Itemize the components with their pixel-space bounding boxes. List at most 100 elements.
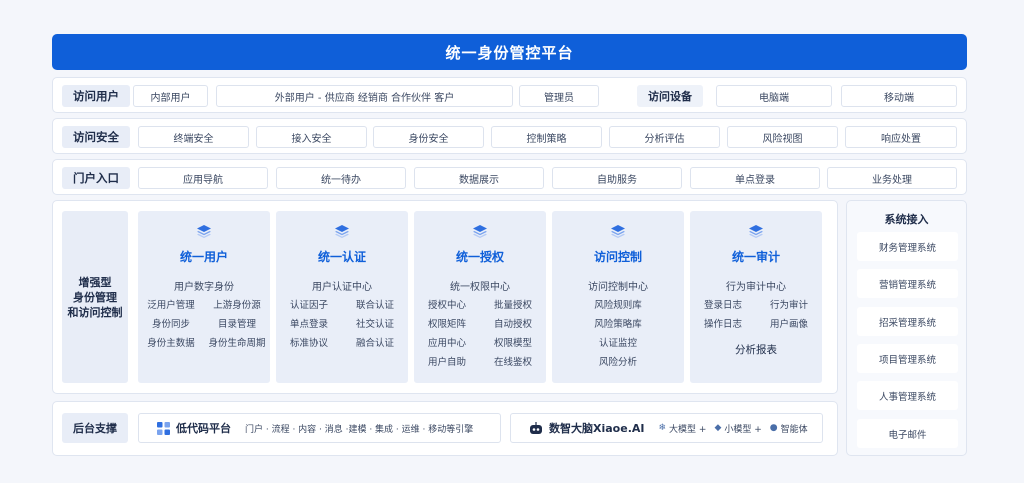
chip-label: 大模型 + — [669, 424, 707, 435]
system-item: 项目管理系统 — [857, 344, 958, 373]
layers-icon — [611, 225, 625, 238]
platform-title: 统一身份管控平台 — [52, 34, 967, 70]
column-item: 上游身份源 — [213, 300, 261, 311]
portal-row: 门户入口 应用导航 统一待办 数据展示 自助服务 单点登录 业务处理 — [52, 159, 967, 195]
security-item: 风险视图 — [727, 126, 838, 148]
layers-icon — [473, 225, 487, 238]
column-item: 登录日志 — [703, 300, 742, 311]
column-title: 访问控制 — [593, 250, 642, 264]
system-item: 人事管理系统 — [857, 381, 958, 410]
column-item: 泛用户管理 — [147, 300, 195, 311]
access-users-label: 访问用户 — [62, 85, 130, 107]
access-security-row: 访问安全 终端安全 接入安全 身份安全 控制策略 分析评估 风险视图 响应处置 — [52, 118, 967, 154]
robot-icon — [530, 421, 542, 434]
security-item: 分析评估 — [609, 126, 720, 148]
unified-audit-column: 统一审计 行为审计中心 登录日志 行为审计 操作日志 用户画像 分析报表 — [690, 211, 822, 383]
unified-auth-column: 统一认证 用户认证中心 认证因子 联合认证 单点登录 社交认证 标准协议 融合认… — [276, 211, 408, 383]
snowflake-icon: ❄ — [658, 423, 667, 433]
column-item: 认证监控 — [598, 338, 637, 349]
portal-item: 统一待办 — [276, 167, 406, 189]
column-item: 行为审计 — [769, 300, 808, 311]
column-item: 在线鉴权 — [493, 357, 532, 368]
system-integration-panel: 系统接入 财务管理系统 营销管理系统 招采管理系统 项目管理系统 人事管理系统 … — [846, 200, 967, 456]
column-item: 用户画像 — [769, 319, 808, 330]
agent-chip: ● 智能体 — [770, 422, 808, 435]
column-item: 风险分析 — [598, 357, 637, 368]
system-item: 招采管理系统 — [857, 307, 958, 336]
column-title: 统一用户 — [179, 250, 228, 264]
column-item: 标准协议 — [289, 338, 328, 349]
lowcode-platform-name: 低代码平台 — [176, 422, 231, 435]
backend-support-label: 后台支撑 — [62, 413, 128, 443]
core-label: 增强型 身份管理 和访问控制 — [62, 211, 128, 383]
column-subtitle: 用户数字身份 — [174, 282, 234, 293]
system-item: 电子邮件 — [857, 419, 958, 448]
core-iam-section: 增强型 身份管理 和访问控制 统一用户 用户数字身份 泛用户管理 上游身份源 身… — [52, 200, 838, 394]
column-item: 身份主数据 — [147, 338, 195, 349]
portal-item: 业务处理 — [827, 167, 957, 189]
system-integration-title: 系统接入 — [884, 213, 929, 226]
column-title: 统一审计 — [731, 250, 780, 264]
column-item: 授权中心 — [427, 300, 466, 311]
column-item: 权限模型 — [493, 338, 532, 349]
cube-icon: ◆ — [714, 423, 722, 433]
system-item: 财务管理系统 — [857, 232, 958, 261]
column-item: 身份生命周期 — [208, 338, 266, 349]
access-security-label: 访问安全 — [62, 126, 130, 148]
column-subtitle: 统一权限中心 — [450, 282, 510, 293]
column-item: 社交认证 — [355, 319, 394, 330]
column-item: 权限矩阵 — [427, 319, 466, 330]
column-title: 统一认证 — [317, 250, 366, 264]
lowcode-platform-box: 低代码平台 门户 · 流程 · 内容 · 消息 ·建模 · 集成 · 运维 · … — [138, 413, 501, 443]
large-model-chip: ❄ 大模型 + — [658, 422, 706, 435]
column-item: 认证因子 — [289, 300, 328, 311]
lowcode-icon — [157, 421, 170, 435]
portal-item: 单点登录 — [690, 167, 820, 189]
column-item: 风险策略库 — [594, 319, 642, 330]
column-item: 联合认证 — [355, 300, 394, 311]
security-item: 身份安全 — [373, 126, 484, 148]
column-item: 用户自助 — [427, 357, 466, 368]
column-item: 目录管理 — [217, 319, 256, 330]
column-subtitle: 访问控制中心 — [588, 282, 648, 293]
core-label-line: 增强型 — [78, 275, 112, 289]
column-item: 身份同步 — [151, 319, 190, 330]
backend-support-row: 后台支撑 低代码平台 门户 · 流程 · 内容 · 消息 ·建模 · 集成 · … — [52, 401, 838, 456]
column-subtitle: 行为审计中心 — [726, 282, 786, 293]
access-devices-label: 访问设备 — [637, 85, 703, 107]
security-item: 终端安全 — [138, 126, 249, 148]
layers-icon — [749, 225, 763, 238]
ai-brain-box: 数智大脑Xiaoe.AI ❄ 大模型 + ◆ 小模型 + ● 智能体 — [510, 413, 823, 443]
unified-user-column: 统一用户 用户数字身份 泛用户管理 上游身份源 身份同步 目录管理 身份主数据 … — [138, 211, 270, 383]
column-item: 批量授权 — [493, 300, 532, 311]
column-item: 自动授权 — [493, 319, 532, 330]
unified-authorization-column: 统一授权 统一权限中心 授权中心 批量授权 权限矩阵 自动授权 应用中心 权限模… — [414, 211, 546, 383]
column-subtitle: 用户认证中心 — [312, 282, 372, 293]
layers-icon — [335, 225, 349, 238]
portal-item: 应用导航 — [138, 167, 268, 189]
ai-brain-name: 数智大脑Xiaoe.AI — [549, 422, 645, 435]
access-control-column: 访问控制 访问控制中心 风险规则库 风险策略库 认证监控 风险分析 — [552, 211, 684, 383]
external-users-cell: 外部用户 - 供应商 经销商 合作伙伴 客户 — [216, 85, 513, 107]
column-title: 统一授权 — [455, 250, 504, 264]
admin-cell: 管理员 — [519, 85, 599, 107]
small-model-chip: ◆ 小模型 + — [714, 422, 761, 435]
portal-item: 数据展示 — [414, 167, 544, 189]
column-item: 融合认证 — [355, 338, 394, 349]
lowcode-platform-desc: 门户 · 流程 · 内容 · 消息 ·建模 · 集成 · 运维 · 移动等引擎 — [245, 424, 474, 435]
security-item: 接入安全 — [256, 126, 367, 148]
column-item: 应用中心 — [427, 338, 466, 349]
portal-label: 门户入口 — [62, 167, 130, 189]
system-item: 营销管理系统 — [857, 269, 958, 298]
column-item: 风险规则库 — [594, 300, 642, 311]
internal-users-cell: 内部用户 — [133, 85, 208, 107]
pc-device-cell: 电脑端 — [716, 85, 832, 107]
agent-icon: ● — [769, 423, 778, 433]
mobile-device-cell: 移动端 — [841, 85, 957, 107]
column-item: 单点登录 — [289, 319, 328, 330]
layers-icon — [197, 225, 211, 238]
chip-label: 智能体 — [780, 424, 808, 435]
core-label-line: 和访问控制 — [67, 305, 123, 319]
access-users-row: 访问用户 内部用户 外部用户 - 供应商 经销商 合作伙伴 客户 管理员 访问设… — [52, 77, 967, 113]
column-item: 操作日志 — [703, 319, 742, 330]
